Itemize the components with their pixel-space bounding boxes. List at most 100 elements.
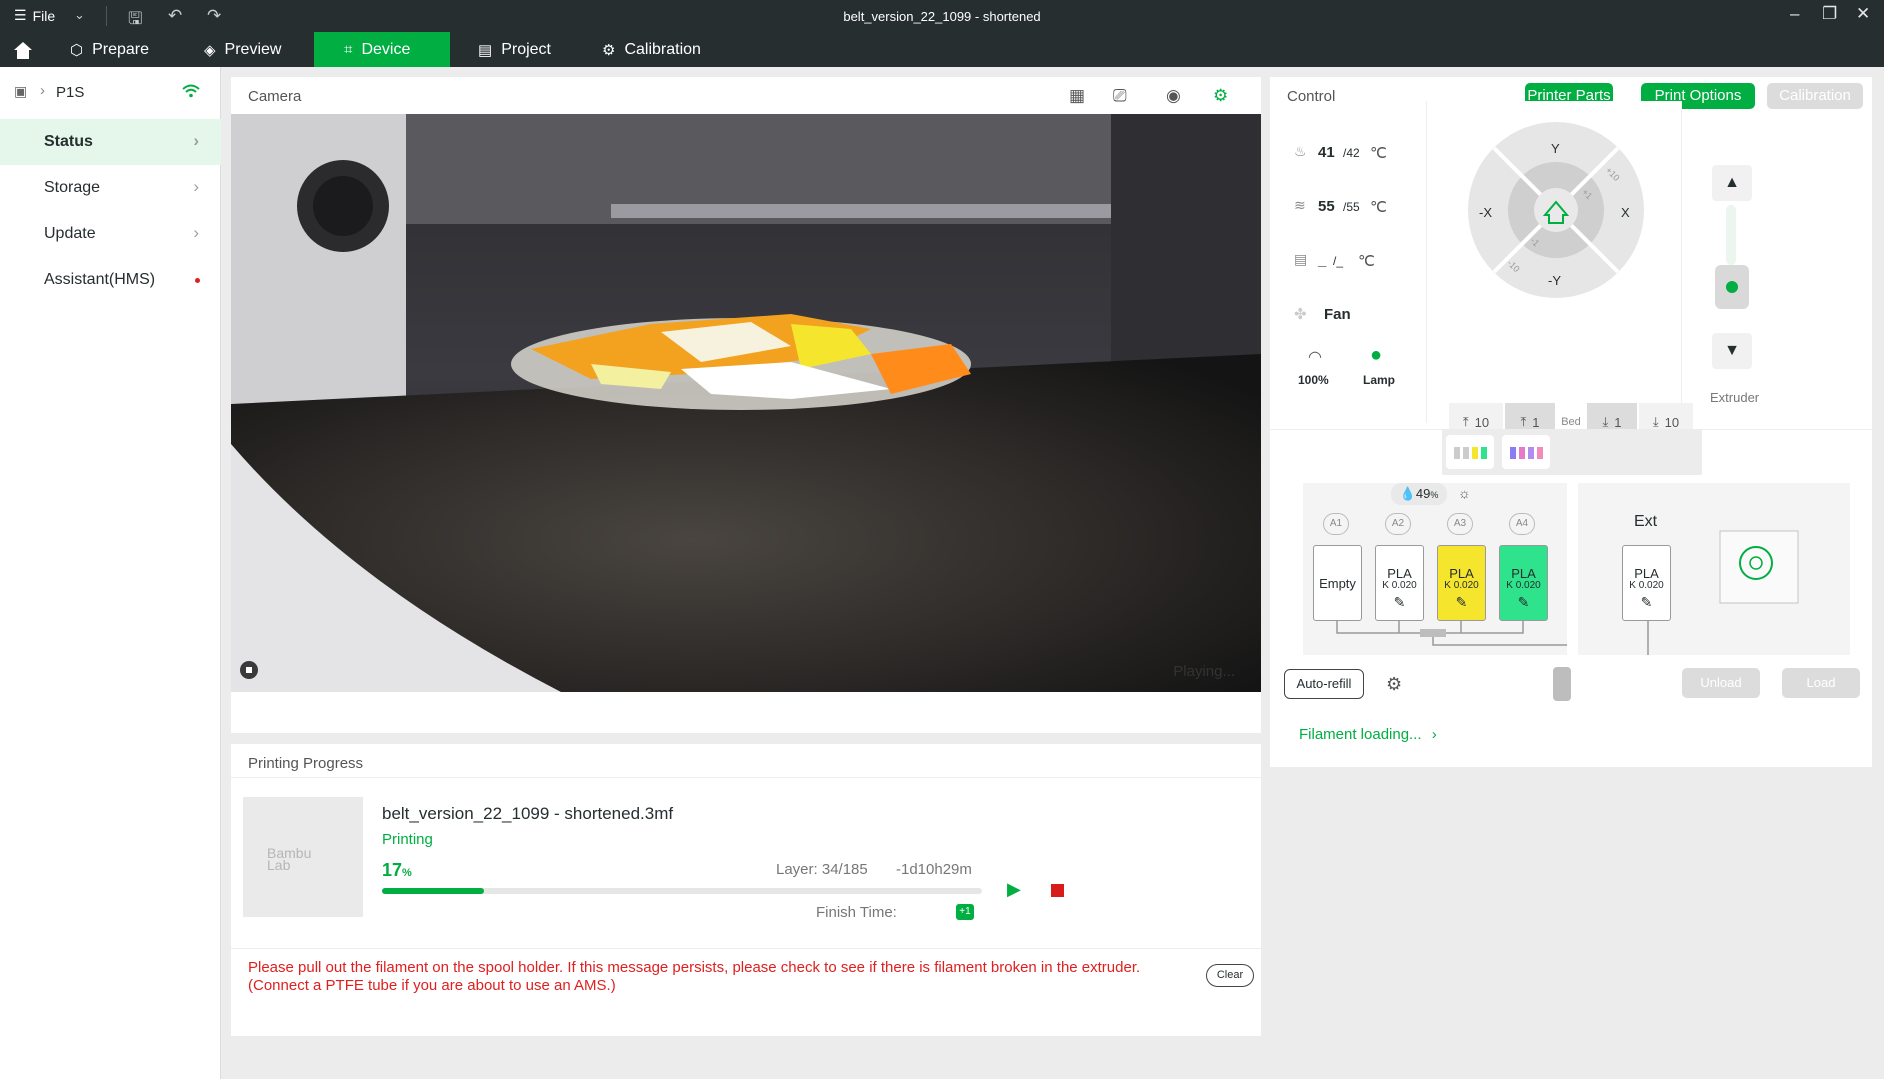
cube-icon: ⬡ xyxy=(70,41,84,59)
control-panel: Control Printer Parts Print Options Cali… xyxy=(1270,77,1872,767)
calibration-button[interactable]: Calibration xyxy=(1767,83,1863,109)
chamber-icon: ▤ xyxy=(1294,251,1308,267)
ams-tab-1[interactable] xyxy=(1446,435,1494,469)
divider xyxy=(231,948,1261,949)
chamber-target: /_ xyxy=(1333,254,1344,268)
video-record-icon[interactable]: ⎚ xyxy=(1113,86,1127,106)
tab-device[interactable]: ⌗ Device xyxy=(314,32,450,67)
sidebar-item-label: Status xyxy=(44,133,93,150)
edit-icon[interactable]: ✎ xyxy=(1500,594,1547,611)
ams-unit: 💧49% ☼ A1 A2 A3 A4 Empty PLA K 0.020 ✎ P… xyxy=(1303,483,1567,655)
sidebar-item-assistant[interactable]: Assistant(HMS) xyxy=(0,257,221,303)
sidebar-item-storage[interactable]: Storage › xyxy=(0,165,221,211)
jog-x-plus[interactable]: X xyxy=(1621,205,1630,220)
printer-selector[interactable]: ▣ › P1S xyxy=(0,67,221,119)
stream-status: Playing... xyxy=(1173,663,1235,680)
nozzle-temp[interactable]: 41 xyxy=(1318,144,1335,161)
close-icon[interactable]: ✕ xyxy=(1856,4,1870,24)
day-badge: +1 xyxy=(956,904,974,920)
percent-value: 17 xyxy=(382,860,403,880)
arrow-down-icon: ⤓ xyxy=(1652,414,1659,429)
resume-button[interactable]: ▶ xyxy=(1007,879,1021,900)
camera-feed xyxy=(231,114,1261,692)
stop-stream-button[interactable] xyxy=(240,661,258,679)
home-button[interactable] xyxy=(0,32,44,67)
external-spool-icon xyxy=(1719,530,1799,604)
minimize-icon[interactable]: – xyxy=(1790,4,1799,24)
jog-y-plus[interactable]: Y xyxy=(1551,141,1560,156)
filament-loading-label: Filament loading... xyxy=(1299,726,1422,743)
device-icon: ⌗ xyxy=(344,41,353,58)
slot-k-value: K 0.020 xyxy=(1382,580,1417,591)
project-icon: ▤ xyxy=(478,41,493,59)
sd-card-icon[interactable]: ▦ xyxy=(1069,86,1085,106)
main-tab-bar: ⬡ Prepare ◈ Preview ⌗ Device ▤ Project ⚙… xyxy=(0,32,1884,67)
humidity-value: 49 xyxy=(1415,486,1431,501)
bed-step-label: 1 xyxy=(1614,414,1622,430)
print-state: Printing xyxy=(382,831,433,848)
slot-k-value: K 0.020 xyxy=(1444,580,1479,591)
slot-k-value: K 0.020 xyxy=(1506,580,1541,591)
tab-project[interactable]: ▤ Project xyxy=(466,32,586,67)
error-line: Please pull out the filament on the spoo… xyxy=(248,959,1141,976)
jog-y-minus[interactable]: -Y xyxy=(1548,273,1561,288)
jog-x-minus[interactable]: -X xyxy=(1479,205,1492,220)
control-title: Control xyxy=(1287,88,1336,105)
ams-spools-icon xyxy=(1454,447,1487,459)
filament-loading-link[interactable]: Filament loading... › xyxy=(1299,726,1437,743)
ams-spools-icon xyxy=(1510,447,1543,459)
temperature-section: ♨ 41 /42 ℃ ≋ 55 /55 ℃ ▤ _ /_ ℃ ✤ Fan ◠ 1… xyxy=(1278,121,1426,423)
camera-settings-icon[interactable]: ⚙ xyxy=(1213,86,1228,106)
error-line: (Connect a PTFE tube if you are about to… xyxy=(248,977,616,994)
edit-icon[interactable]: ✎ xyxy=(1623,594,1670,611)
notification-dot xyxy=(195,278,200,283)
maximize-icon[interactable]: ❐ xyxy=(1822,4,1837,24)
ams-slot-a4[interactable]: PLA K 0.020 ✎ xyxy=(1499,545,1548,621)
speed-gauge-icon[interactable]: ◠ xyxy=(1308,347,1322,367)
humidity-indicator[interactable]: 💧49% xyxy=(1391,483,1447,505)
chevron-right-icon: › xyxy=(193,131,199,150)
webcam-icon[interactable]: ◉ xyxy=(1166,86,1181,106)
dry-icon[interactable]: ☼ xyxy=(1458,485,1471,501)
tab-preview[interactable]: ◈ Preview xyxy=(192,32,312,67)
title-bar: ☰ File ⌄ 🖫 ↶ ↷ belt_version_22_1099 - sh… xyxy=(0,0,1884,32)
ext-slot[interactable]: PLA K 0.020 ✎ xyxy=(1622,545,1671,621)
edit-icon[interactable]: ✎ xyxy=(1438,594,1485,611)
slot-material: Empty xyxy=(1319,576,1356,591)
fan-button[interactable]: Fan xyxy=(1324,306,1351,323)
stop-print-button[interactable] xyxy=(1051,884,1064,897)
extruder-slider[interactable] xyxy=(1715,265,1749,309)
edit-icon[interactable]: ✎ xyxy=(1376,594,1423,611)
unit-celsius: ℃ xyxy=(1370,145,1387,162)
ams-slot-a3[interactable]: PLA K 0.020 ✎ xyxy=(1437,545,1486,621)
clear-button[interactable]: Clear xyxy=(1206,964,1254,987)
extruder-up-button[interactable]: ▲ xyxy=(1712,165,1752,201)
unit-celsius: ℃ xyxy=(1358,253,1375,270)
tab-calibration[interactable]: ⚙ Calibration xyxy=(590,32,730,67)
tab-project-label: Project xyxy=(501,40,551,58)
progress-title: Printing Progress xyxy=(248,755,364,772)
tab-prepare[interactable]: ⬡ Prepare xyxy=(58,32,188,67)
auto-refill-button[interactable]: Auto-refill xyxy=(1284,669,1364,699)
lamp-icon[interactable]: ● xyxy=(1370,344,1382,367)
ams-slot-a2[interactable]: PLA K 0.020 ✎ xyxy=(1375,545,1424,621)
extruder-down-button[interactable]: ▼ xyxy=(1712,333,1752,369)
model-thumbnail: Bambu Lab xyxy=(243,797,363,917)
bed-temp[interactable]: 55 xyxy=(1318,198,1335,215)
printer-name: P1S xyxy=(56,84,85,101)
slot-material: PLA xyxy=(1449,566,1474,581)
ams-tab-strip xyxy=(1442,429,1702,475)
unload-button[interactable]: Unload xyxy=(1682,668,1760,698)
load-button[interactable]: Load xyxy=(1782,668,1860,698)
bed-step-label: 10 xyxy=(1474,414,1490,430)
ams-tab-2[interactable] xyxy=(1502,435,1550,469)
ams-slot-a1[interactable]: Empty xyxy=(1313,545,1362,621)
layers-icon: ◈ xyxy=(204,41,216,59)
progress-percent: 17% xyxy=(382,860,412,881)
ams-settings-icon[interactable]: ⚙ xyxy=(1386,674,1402,695)
home-icon xyxy=(14,41,32,59)
tab-calibration-label: Calibration xyxy=(624,40,701,58)
sidebar-item-label: Storage xyxy=(44,179,101,196)
sidebar-item-status[interactable]: Status › xyxy=(0,119,221,165)
sidebar-item-update[interactable]: Update › xyxy=(0,211,221,257)
